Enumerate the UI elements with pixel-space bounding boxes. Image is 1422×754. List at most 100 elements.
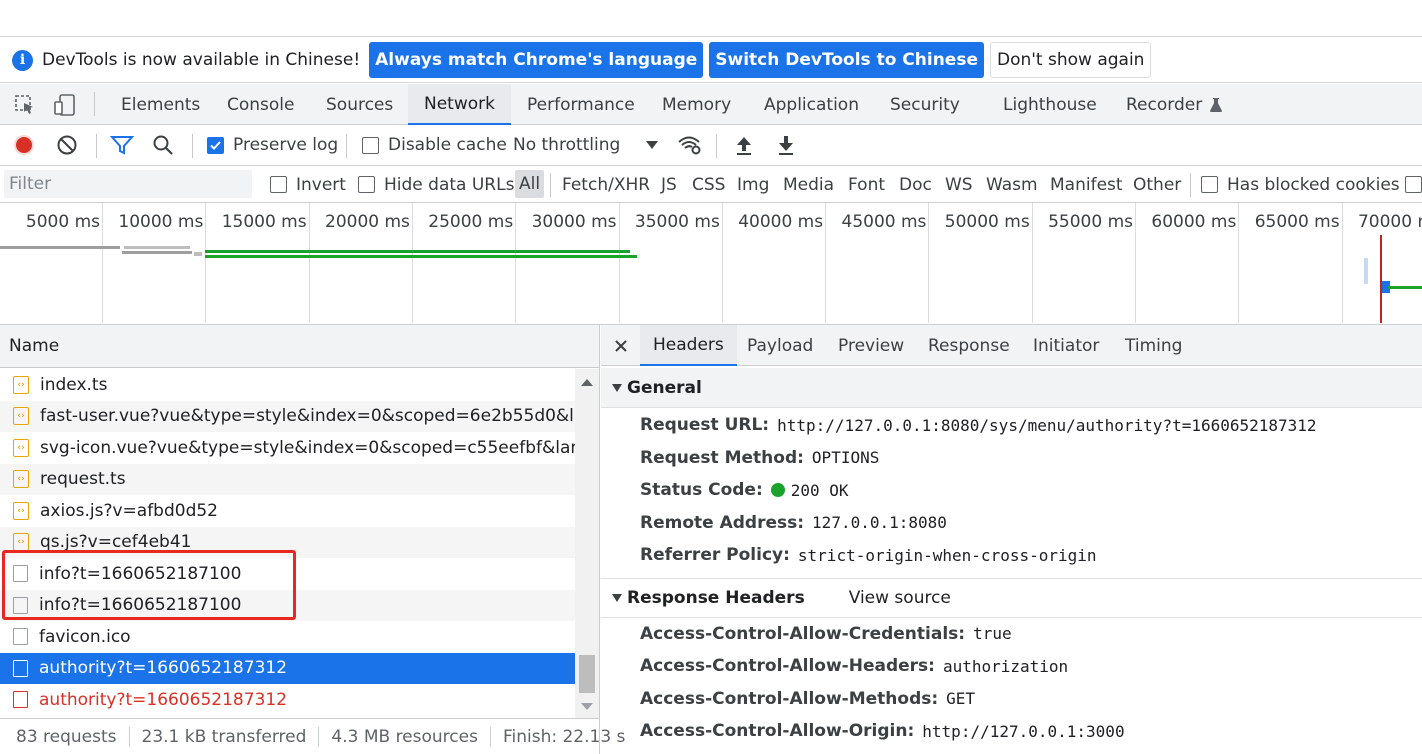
scroll-down-arrow-icon[interactable] — [581, 703, 593, 710]
tab-recorder-label: Recorder — [1126, 94, 1203, 115]
language-infobar: i DevTools is now available in Chinese! … — [0, 38, 1422, 83]
filter-type-fetch-xhr[interactable]: Fetch/XHR — [562, 166, 650, 203]
device-toolbar-icon[interactable] — [52, 92, 78, 118]
always-match-language-button[interactable]: Always match Chrome's language — [369, 42, 704, 78]
import-har-button[interactable] — [734, 134, 754, 156]
has-blocked-cookies-checkbox[interactable]: Has blocked cookies — [1201, 166, 1400, 203]
header-key: Status Code: — [640, 480, 763, 501]
infobar-message: DevTools is now available in Chinese! — [42, 50, 361, 70]
dont-show-again-button[interactable]: Don't show again — [989, 42, 1152, 78]
script-file-icon: ‹› — [13, 470, 29, 489]
tab-memory[interactable]: Memory — [662, 84, 731, 125]
invert-label: Invert — [296, 174, 346, 195]
document-file-icon — [13, 628, 28, 646]
network-conditions-button[interactable] — [677, 134, 703, 156]
filter-type-img[interactable]: Img — [737, 166, 769, 203]
response-header-fields: Access-Control-Allow-Credentials: true Acc… — [601, 618, 1422, 748]
request-row[interactable]: info?t=1660652187100 — [0, 589, 575, 621]
filter-type-ws[interactable]: WS — [945, 166, 973, 203]
request-row[interactable]: authority?t=1660652187312 — [0, 684, 575, 716]
tab-console[interactable]: Console — [227, 84, 295, 125]
header-field: Access-Control-Allow-Methods: GET — [601, 683, 1422, 716]
scroll-up-arrow-icon[interactable] — [581, 379, 593, 386]
tab-payload[interactable]: Payload — [747, 325, 813, 366]
request-row[interactable]: ‹› axios.js?v=afbd0d52 — [0, 495, 575, 527]
collapse-triangle-icon — [612, 383, 622, 392]
header-field: Access-Control-Allow-Credentials: true — [601, 618, 1422, 651]
request-details-pane: Headers Payload Preview Response Initiat… — [601, 325, 1422, 754]
script-file-icon: ‹› — [13, 533, 29, 552]
export-har-button[interactable] — [776, 134, 796, 156]
has-blocked-cookies-label: Has blocked cookies — [1227, 174, 1400, 195]
header-key: Access-Control-Allow-Credentials: — [640, 623, 966, 644]
filter-input[interactable] — [4, 170, 252, 198]
tab-timing[interactable]: Timing — [1125, 325, 1182, 366]
header-key: Access-Control-Allow-Headers: — [640, 656, 935, 677]
filter-type-all[interactable]: All — [515, 170, 545, 198]
tab-recorder[interactable]: Recorder — [1126, 84, 1223, 125]
header-key: Remote Address: — [640, 512, 805, 533]
preserve-log-checkbox[interactable]: Preserve log — [207, 135, 338, 155]
request-name: info?t=1660652187100 — [39, 563, 242, 584]
clear-button[interactable] — [56, 134, 78, 156]
request-row[interactable]: info?t=1660652187100 — [0, 558, 575, 590]
header-key: Access-Control-Allow-Methods: — [640, 688, 939, 709]
collapse-triangle-icon — [612, 593, 622, 602]
request-row[interactable]: ‹› index.ts — [0, 369, 575, 401]
tab-security[interactable]: Security — [890, 84, 960, 125]
switch-devtools-chinese-button[interactable]: Switch DevTools to Chinese — [709, 42, 984, 78]
tab-elements[interactable]: Elements — [121, 84, 200, 125]
request-row[interactable]: favicon.ico — [0, 621, 575, 653]
request-row[interactable]: ‹› fast-user.vue?vue&type=style&index=0&s… — [0, 400, 575, 432]
preserve-log-label: Preserve log — [233, 135, 339, 155]
filter-type-wasm[interactable]: Wasm — [986, 166, 1038, 203]
tab-response[interactable]: Response — [928, 325, 1010, 366]
request-row[interactable]: ‹› request.ts — [0, 463, 575, 495]
inspect-element-icon[interactable] — [12, 92, 38, 118]
filter-toggle-button[interactable] — [110, 134, 134, 156]
toolbar-divider — [716, 134, 717, 158]
name-column-header[interactable]: Name — [0, 325, 599, 368]
header-key: Access-Control-Allow-Origin: — [640, 721, 915, 742]
filter-type-font[interactable]: Font — [848, 166, 885, 203]
filter-type-manifest[interactable]: Manifest — [1050, 166, 1123, 203]
throttling-select[interactable]: No throttling — [513, 135, 659, 155]
script-file-icon: ‹› — [13, 407, 29, 426]
checkbox-unchecked-icon — [358, 176, 375, 193]
tab-lighthouse[interactable]: Lighthouse — [1003, 84, 1097, 125]
toolbar-divider — [192, 134, 193, 158]
header-value: 200 OK — [790, 480, 849, 500]
filter-type-other[interactable]: Other — [1133, 166, 1181, 203]
request-row[interactable]: ‹› qs.js?v=cef4eb41 — [0, 526, 575, 558]
request-row[interactable]: ‹› svg-icon.vue?vue&type=style&index=0&sc… — [0, 432, 575, 464]
tab-application[interactable]: Application — [764, 84, 859, 125]
filter-type-media[interactable]: Media — [783, 166, 834, 203]
tab-network[interactable]: Network — [408, 84, 511, 125]
filter-type-doc[interactable]: Doc — [899, 166, 932, 203]
network-overview-timeline[interactable]: 5000 ms 10000 ms 15000 ms 20000 ms 25000 ms 3… — [0, 203, 1422, 325]
view-source-link[interactable]: View source — [849, 588, 951, 608]
tab-sources[interactable]: Sources — [326, 84, 393, 125]
header-field: Access-Control-Allow-Headers: authorizati… — [601, 650, 1422, 683]
general-section-header[interactable]: General — [601, 368, 1422, 408]
tab-preview[interactable]: Preview — [838, 325, 904, 366]
request-row[interactable]: authority?t=1660652187312 — [0, 652, 575, 684]
record-button[interactable] — [13, 134, 35, 156]
filter-type-css[interactable]: CSS — [692, 166, 725, 203]
request-list-scrollbar[interactable] — [575, 369, 599, 718]
response-headers-section-header[interactable]: Response Headers View source — [601, 577, 1422, 618]
disable-cache-checkbox[interactable]: Disable cache — [362, 135, 507, 155]
scroll-thumb[interactable] — [579, 655, 595, 693]
tab-performance[interactable]: Performance — [527, 84, 635, 125]
tab-initiator[interactable]: Initiator — [1033, 325, 1099, 366]
request-rows: ‹› index.ts ‹› fast-user.vue?vue&type=style… — [0, 369, 575, 718]
filter-type-js[interactable]: JS — [661, 166, 677, 203]
close-details-button[interactable] — [615, 325, 627, 366]
blocked-requests-checkbox[interactable] — [1405, 166, 1422, 203]
tab-headers[interactable]: Headers — [640, 325, 737, 366]
invert-checkbox[interactable]: Invert — [270, 166, 346, 203]
hide-data-urls-checkbox[interactable]: Hide data URLs — [358, 166, 514, 203]
search-button[interactable] — [152, 134, 174, 156]
header-value: strict-origin-when-cross-origin — [797, 545, 1097, 565]
header-field: Request URL: http://127.0.0.1:8080/sys/me… — [601, 409, 1422, 442]
